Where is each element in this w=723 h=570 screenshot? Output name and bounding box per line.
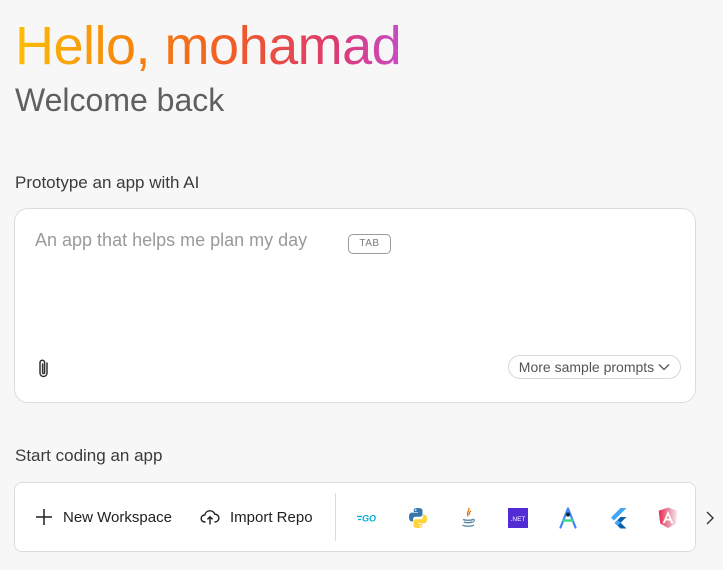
- start-coding-heading: Start coding an app: [15, 446, 163, 465]
- prototype-heading: Prototype an app with AI: [15, 173, 200, 192]
- android-studio-icon[interactable]: [556, 506, 580, 530]
- cloud-upload-icon: [200, 510, 220, 525]
- more-sample-prompts-button[interactable]: More sample prompts: [508, 355, 681, 379]
- java-icon[interactable]: [456, 506, 480, 530]
- go-label: GO: [362, 514, 376, 524]
- prompt-input[interactable]: An app that helps me plan my day: [35, 230, 307, 251]
- new-workspace-button[interactable]: New Workspace: [35, 505, 172, 529]
- bar-fade: [655, 483, 695, 551]
- go-icon[interactable]: GO: [356, 506, 380, 530]
- paperclip-icon[interactable]: [36, 358, 52, 380]
- greeting-title: Hello, mohamad: [15, 16, 402, 76]
- chevron-down-icon: [658, 364, 670, 371]
- python-icon[interactable]: [406, 506, 430, 530]
- import-repo-label: Import Repo: [230, 508, 313, 526]
- prompt-box[interactable]: An app that helps me plan my day TAB Mor…: [14, 208, 696, 403]
- more-sample-prompts-label: More sample prompts: [518, 359, 655, 375]
- dotnet-icon[interactable]: .NET: [506, 506, 530, 530]
- chevron-right-icon[interactable]: [705, 510, 715, 526]
- flutter-icon[interactable]: [606, 506, 630, 530]
- new-workspace-label: New Workspace: [63, 508, 172, 526]
- bar-divider: [335, 493, 336, 541]
- import-repo-button[interactable]: Import Repo: [200, 505, 313, 529]
- welcome-subtitle: Welcome back: [15, 82, 225, 118]
- plus-icon: [36, 509, 52, 525]
- tab-hint-badge: TAB: [348, 234, 391, 254]
- start-coding-bar: New Workspace Import Repo GO .NET: [14, 482, 696, 552]
- dotnet-label: .NET: [511, 516, 526, 523]
